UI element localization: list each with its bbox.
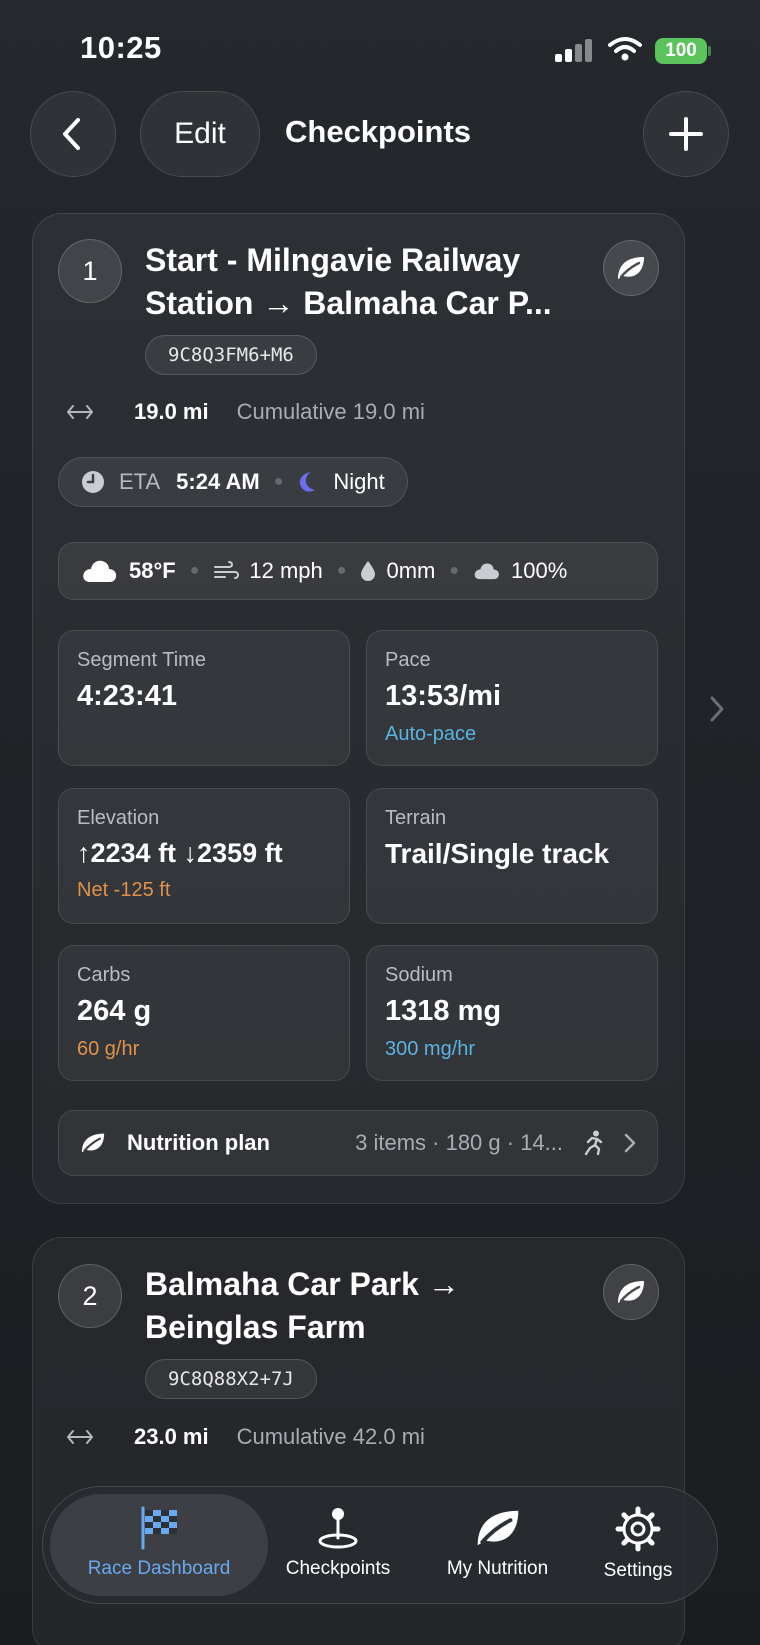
tab-label: Settings — [603, 1560, 673, 1581]
distance-arrows-icon — [67, 405, 93, 419]
leaf-icon — [81, 1133, 105, 1153]
separator-dot: ● — [336, 562, 347, 579]
checkpoint-title: Start - Milngavie Railway Station → Balm… — [145, 242, 552, 321]
cloud-icon — [83, 560, 117, 582]
battery-tip — [708, 46, 711, 56]
temperature-value: 58°F — [129, 558, 176, 583]
next-page-chevron[interactable] — [708, 694, 726, 729]
wifi-icon — [608, 36, 642, 67]
eta-label: ETA — [119, 469, 161, 494]
chevron-right-icon — [624, 1133, 636, 1153]
carbs-value: 264 g — [77, 995, 152, 1027]
runner-icon — [584, 1130, 603, 1156]
carbs-rate: 60 g/hr — [77, 1038, 140, 1060]
segment-time-value: 4:23:41 — [77, 680, 177, 712]
nutrition-leaf-button[interactable] — [603, 240, 659, 296]
clock-icon — [82, 471, 104, 493]
page-title: Checkpoints — [285, 114, 472, 149]
tile-label: Carbs — [77, 964, 131, 986]
moon-icon — [300, 472, 316, 492]
leaf-icon — [618, 257, 644, 279]
pace-value: 13:53/mi — [385, 680, 502, 712]
leaf-icon — [618, 1281, 644, 1303]
checkpoint-number-badge: 1 — [58, 239, 122, 303]
checkpoint-number-badge: 2 — [58, 1264, 122, 1328]
elevation-value: ↑2234 ft ↓2359 ft — [77, 838, 283, 868]
checkered-flag-icon — [141, 1506, 177, 1550]
gear-icon — [615, 1506, 661, 1552]
tab-label: Race Dashboard — [87, 1558, 231, 1579]
raindrop-icon — [361, 561, 376, 581]
nutrition-leaf-button[interactable] — [603, 1264, 659, 1320]
tile-label: Terrain — [385, 807, 447, 829]
plus-code-chip[interactable]: 9C8Q88X2+7J — [145, 1359, 317, 1399]
segment-time-tile[interactable]: Segment Time 4:23:41 — [58, 630, 350, 766]
separator-dot: ● — [449, 562, 460, 579]
leaf-icon — [477, 1510, 518, 1546]
tab-label: Checkpoints — [285, 1558, 391, 1579]
cumulative-distance: Cumulative 19.0 mi — [236, 399, 425, 424]
pace-tile[interactable]: Pace 13:53/mi Auto-pace — [366, 630, 658, 766]
elevation-net: Net -125 ft — [77, 879, 171, 901]
sodium-rate: 300 mg/hr — [385, 1038, 476, 1060]
cloud-cover-icon — [474, 563, 499, 580]
cloud-cover-value: 100% — [511, 558, 568, 583]
segment-distance: 19.0 mi — [134, 399, 209, 424]
tile-label: Segment Time — [77, 649, 206, 671]
tab-my-nutrition[interactable]: My Nutrition — [430, 1506, 565, 1580]
chevron-right-icon — [710, 696, 724, 722]
weather-bar: 58°F ● 12 mph ● 0mm ● 100% — [58, 542, 658, 600]
status-time: 10:25 — [80, 30, 162, 65]
plus-code-chip[interactable]: 9C8Q3FM6+M6 — [145, 335, 317, 375]
nutrition-plan-row[interactable]: Nutrition plan 3 items · 180 g · 14... — [58, 1110, 658, 1176]
tab-checkpoints[interactable]: Checkpoints — [268, 1506, 408, 1580]
tab-race-dashboard[interactable]: Race Dashboard — [78, 1506, 240, 1580]
add-checkpoint-button[interactable] — [643, 91, 729, 177]
battery-indicator: 100 — [655, 38, 707, 64]
map-pin-icon — [318, 1508, 358, 1549]
distance-row: 23.0 mi Cumulative 42.0 mi — [66, 1424, 425, 1450]
back-button[interactable] — [30, 91, 116, 177]
eta-time: 5:24 AM — [176, 469, 260, 494]
separator-dot: ● — [273, 473, 284, 490]
precipitation-value: 0mm — [386, 558, 436, 583]
plus-icon — [669, 117, 703, 151]
elevation-tile[interactable]: Elevation ↑2234 ft ↓2359 ft Net -125 ft — [58, 788, 350, 924]
edit-button[interactable]: Edit — [140, 91, 260, 177]
eta-pill: ETA 5:24 AM ● Night — [58, 457, 408, 507]
wind-value: 12 mph — [249, 558, 323, 583]
sodium-tile[interactable]: Sodium 1318 mg 300 mg/hr — [366, 945, 658, 1081]
cellular-signal-icon — [555, 38, 595, 62]
separator-dot: ● — [189, 562, 200, 579]
checkpoint-title: Balmaha Car Park → Beinglas Farm — [145, 1266, 460, 1345]
tile-label: Sodium — [385, 964, 453, 986]
auto-pace-label: Auto-pace — [385, 723, 477, 745]
wind-icon — [214, 561, 240, 579]
terrain-tile[interactable]: Terrain Trail/Single track — [366, 788, 658, 924]
segment-distance: 23.0 mi — [134, 1424, 209, 1449]
cumulative-distance: Cumulative 42.0 mi — [236, 1424, 425, 1449]
tile-label: Elevation — [77, 807, 160, 829]
carbs-tile[interactable]: Carbs 264 g 60 g/hr — [58, 945, 350, 1081]
nutrition-plan-label: Nutrition plan — [127, 1130, 270, 1155]
distance-row: 19.0 mi Cumulative 19.0 mi — [66, 399, 425, 425]
tab-label: My Nutrition — [446, 1558, 549, 1579]
nutrition-plan-summary: 3 items · 180 g · 14... — [355, 1130, 563, 1155]
tile-label: Pace — [385, 649, 431, 671]
chevron-left-icon — [63, 118, 80, 150]
daylight-label: Night — [333, 469, 385, 494]
terrain-value: Trail/Single track — [385, 838, 610, 869]
sodium-value: 1318 mg — [385, 995, 502, 1027]
distance-arrows-icon — [67, 1430, 93, 1444]
tab-settings[interactable]: Settings — [590, 1506, 686, 1582]
